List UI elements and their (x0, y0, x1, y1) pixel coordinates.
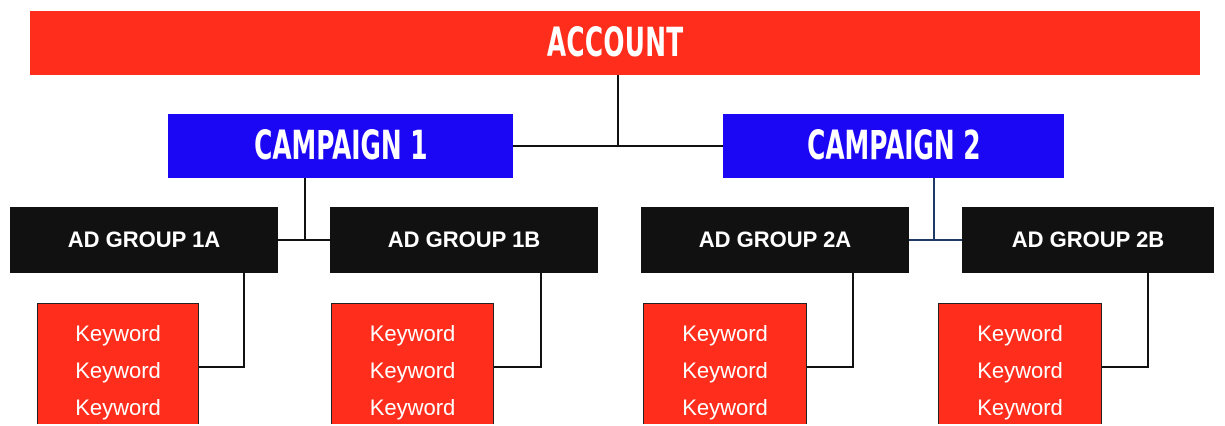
ad-group-1a-label: AD GROUP 1A (67, 227, 221, 252)
campaign-1-label: CAMPAIGN 1 (253, 123, 428, 169)
keyword-item: Keyword (977, 321, 1063, 346)
keyword-item: Keyword (682, 395, 768, 420)
account-box: ACCOUNT (30, 11, 1200, 75)
ad-group-2b-label: AD GROUP 2B (1011, 227, 1165, 252)
keyword-item: Keyword (977, 395, 1063, 420)
keyword-item: Keyword (75, 321, 161, 346)
ad-group-2a-box: AD GROUP 2A (641, 207, 909, 273)
keyword-item: Keyword (369, 321, 456, 346)
ad-group-1b-box: AD GROUP 1B (330, 207, 598, 273)
keyword-item: Keyword (75, 395, 161, 420)
keyword-item: Keyword (682, 358, 768, 383)
connector-kw-1a (199, 273, 245, 368)
campaign-2-box: CAMPAIGN 2 (723, 114, 1064, 178)
ad-group-2a-label: AD GROUP 2A (698, 227, 852, 252)
keyword-item: Keyword (369, 395, 456, 420)
keyword-item: Keyword (369, 358, 456, 383)
account-label: ACCOUNT (546, 20, 684, 66)
keyword-item: Keyword (682, 321, 768, 346)
campaign-1-box: CAMPAIGN 1 (168, 114, 513, 178)
ad-group-1b-label: AD GROUP 1B (387, 227, 541, 252)
ad-group-2b-box: AD GROUP 2B (962, 207, 1214, 273)
keyword-item: Keyword (977, 358, 1063, 383)
keyword-list-1a: Keyword Keyword Keyword (37, 303, 199, 424)
keyword-list-2a: Keyword Keyword Keyword (643, 303, 807, 424)
keyword-list-2b: Keyword Keyword Keyword (938, 303, 1102, 424)
ad-group-1a-box: AD GROUP 1A (10, 207, 278, 273)
keyword-item: Keyword (75, 358, 161, 383)
connector-kw-1b (494, 273, 542, 368)
keyword-list-1b: Keyword Keyword Keyword (331, 303, 494, 424)
campaign-2-label: CAMPAIGN 2 (806, 123, 981, 169)
connector-kw-2a (807, 273, 854, 368)
connector-kw-2b (1102, 273, 1149, 368)
